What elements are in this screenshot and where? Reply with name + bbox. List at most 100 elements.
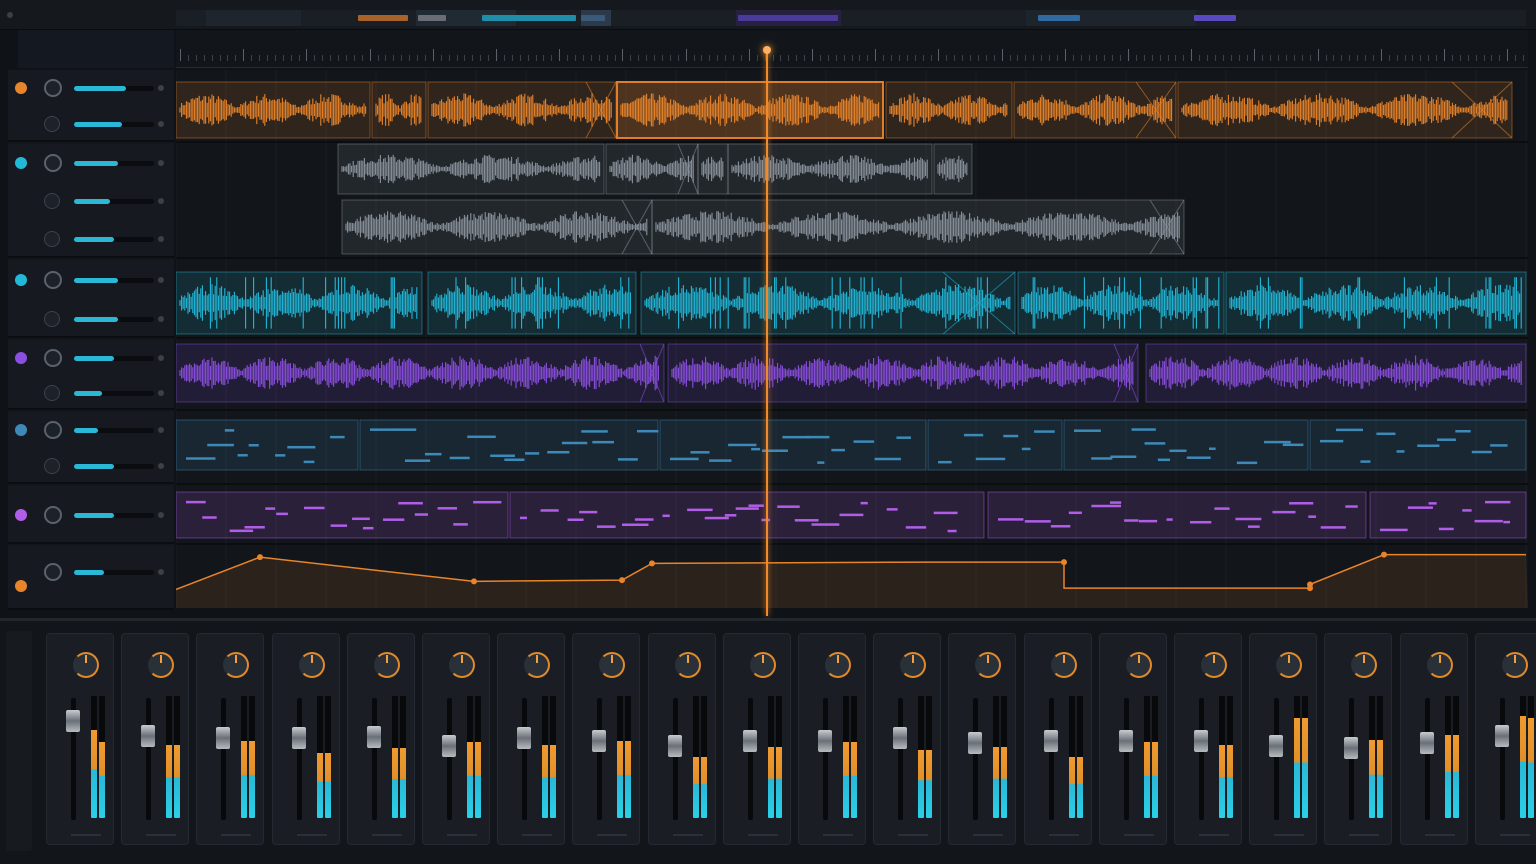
audio-clip[interactable] [1013, 81, 1177, 139]
midi-note[interactable] [207, 443, 234, 447]
midi-note[interactable] [525, 452, 540, 455]
audio-clip[interactable] [176, 343, 665, 403]
track-header[interactable] [8, 340, 174, 410]
track-header[interactable] [8, 144, 174, 258]
track-volume-slider[interactable] [74, 390, 154, 396]
midi-note[interactable] [265, 507, 276, 510]
midi-note[interactable] [1003, 434, 1019, 438]
record-arm-button[interactable] [44, 270, 62, 289]
audio-clip[interactable] [727, 143, 933, 195]
volume-fader[interactable] [291, 727, 306, 750]
midi-note[interactable] [662, 514, 670, 518]
midi-note[interactable] [383, 518, 405, 521]
midi-note[interactable] [596, 525, 616, 528]
midi-note[interactable] [1320, 526, 1346, 529]
automation-point[interactable] [1381, 551, 1387, 558]
midi-note[interactable] [1396, 450, 1405, 453]
volume-fader[interactable] [1494, 724, 1509, 747]
midi-note[interactable] [224, 429, 235, 432]
track-color-dot[interactable] [15, 580, 27, 592]
midi-note[interactable] [748, 504, 764, 507]
midi-note[interactable] [634, 518, 654, 521]
volume-fader[interactable] [1269, 734, 1284, 757]
midi-note[interactable] [963, 433, 984, 437]
clip-body[interactable] [659, 419, 927, 471]
track-volume-slider[interactable] [74, 428, 154, 433]
midi-note[interactable] [886, 508, 898, 511]
pan-knob[interactable] [73, 652, 99, 678]
track-color-dot[interactable] [15, 509, 27, 521]
midi-note[interactable] [1264, 440, 1291, 444]
monitor-button[interactable] [44, 384, 60, 401]
volume-fader[interactable] [968, 732, 983, 755]
midi-note[interactable] [853, 440, 875, 443]
midi-note[interactable] [1247, 525, 1260, 528]
midi-note[interactable] [811, 523, 840, 526]
midi-note[interactable] [1186, 456, 1211, 459]
pan-knob[interactable] [158, 512, 164, 518]
midi-note[interactable] [1034, 430, 1055, 433]
midi-note[interactable] [453, 523, 468, 526]
monitor-button[interactable] [44, 458, 60, 474]
audio-clip[interactable] [697, 143, 729, 195]
arrangement-overview[interactable] [176, 10, 1526, 26]
midi-note[interactable] [547, 450, 570, 454]
automation-point[interactable] [471, 578, 477, 585]
pan-knob[interactable] [158, 121, 164, 127]
audio-clip[interactable] [1177, 81, 1513, 139]
midi-note[interactable] [186, 457, 216, 460]
pan-knob[interactable] [373, 652, 400, 678]
record-arm-button[interactable] [44, 506, 62, 524]
track-volume-slider[interactable] [74, 316, 154, 322]
midi-note[interactable] [735, 507, 759, 510]
midi-note[interactable] [473, 500, 502, 504]
volume-fader[interactable] [141, 724, 156, 747]
midi-note[interactable] [303, 460, 315, 464]
midi-note[interactable] [709, 459, 732, 462]
midi-note[interactable] [437, 507, 458, 510]
volume-fader[interactable] [1043, 729, 1058, 752]
midi-note[interactable] [1074, 429, 1101, 432]
volume-fader[interactable] [66, 710, 80, 733]
pan-knob[interactable] [158, 427, 164, 433]
overview-clip-marker[interactable] [581, 15, 605, 21]
midi-note[interactable] [817, 461, 825, 464]
audio-clip[interactable] [885, 81, 1013, 139]
audio-clip[interactable] [427, 81, 617, 139]
midi-note[interactable] [186, 500, 206, 504]
midi-note[interactable] [1471, 450, 1492, 454]
midi-note[interactable] [1380, 528, 1408, 532]
midi-note[interactable] [621, 523, 649, 526]
audio-clip[interactable] [1145, 343, 1527, 403]
automation-point[interactable] [1307, 581, 1313, 588]
midi-note[interactable] [1407, 506, 1433, 509]
audio-clip[interactable] [176, 81, 371, 139]
volume-fader[interactable] [517, 727, 532, 750]
midi-note[interactable] [244, 526, 265, 529]
pan-knob[interactable] [900, 652, 927, 678]
midi-note[interactable] [567, 518, 584, 521]
pan-knob[interactable] [449, 652, 475, 678]
midi-note[interactable] [998, 518, 1024, 521]
midi-note[interactable] [1485, 500, 1511, 504]
pan-knob[interactable] [158, 236, 164, 242]
volume-fader[interactable] [1419, 732, 1434, 755]
midi-note[interactable] [398, 501, 423, 505]
clip-body[interactable] [359, 419, 659, 471]
audio-clip[interactable] [605, 143, 699, 195]
midi-note[interactable] [1428, 502, 1437, 505]
pan-knob[interactable] [158, 389, 164, 396]
midi-note[interactable] [449, 456, 470, 460]
midi-note[interactable] [1289, 502, 1314, 505]
pan-knob[interactable] [1201, 652, 1227, 678]
midi-note[interactable] [831, 448, 845, 452]
midi-note[interactable] [540, 509, 559, 512]
record-arm-button[interactable] [44, 348, 62, 367]
pan-knob[interactable] [1276, 652, 1303, 678]
midi-note[interactable] [896, 436, 911, 439]
pan-knob[interactable] [158, 463, 164, 469]
pan-knob[interactable] [158, 198, 164, 204]
track-volume-slider[interactable] [74, 464, 154, 469]
record-arm-button[interactable] [44, 154, 62, 172]
midi-note[interactable] [1462, 509, 1472, 512]
